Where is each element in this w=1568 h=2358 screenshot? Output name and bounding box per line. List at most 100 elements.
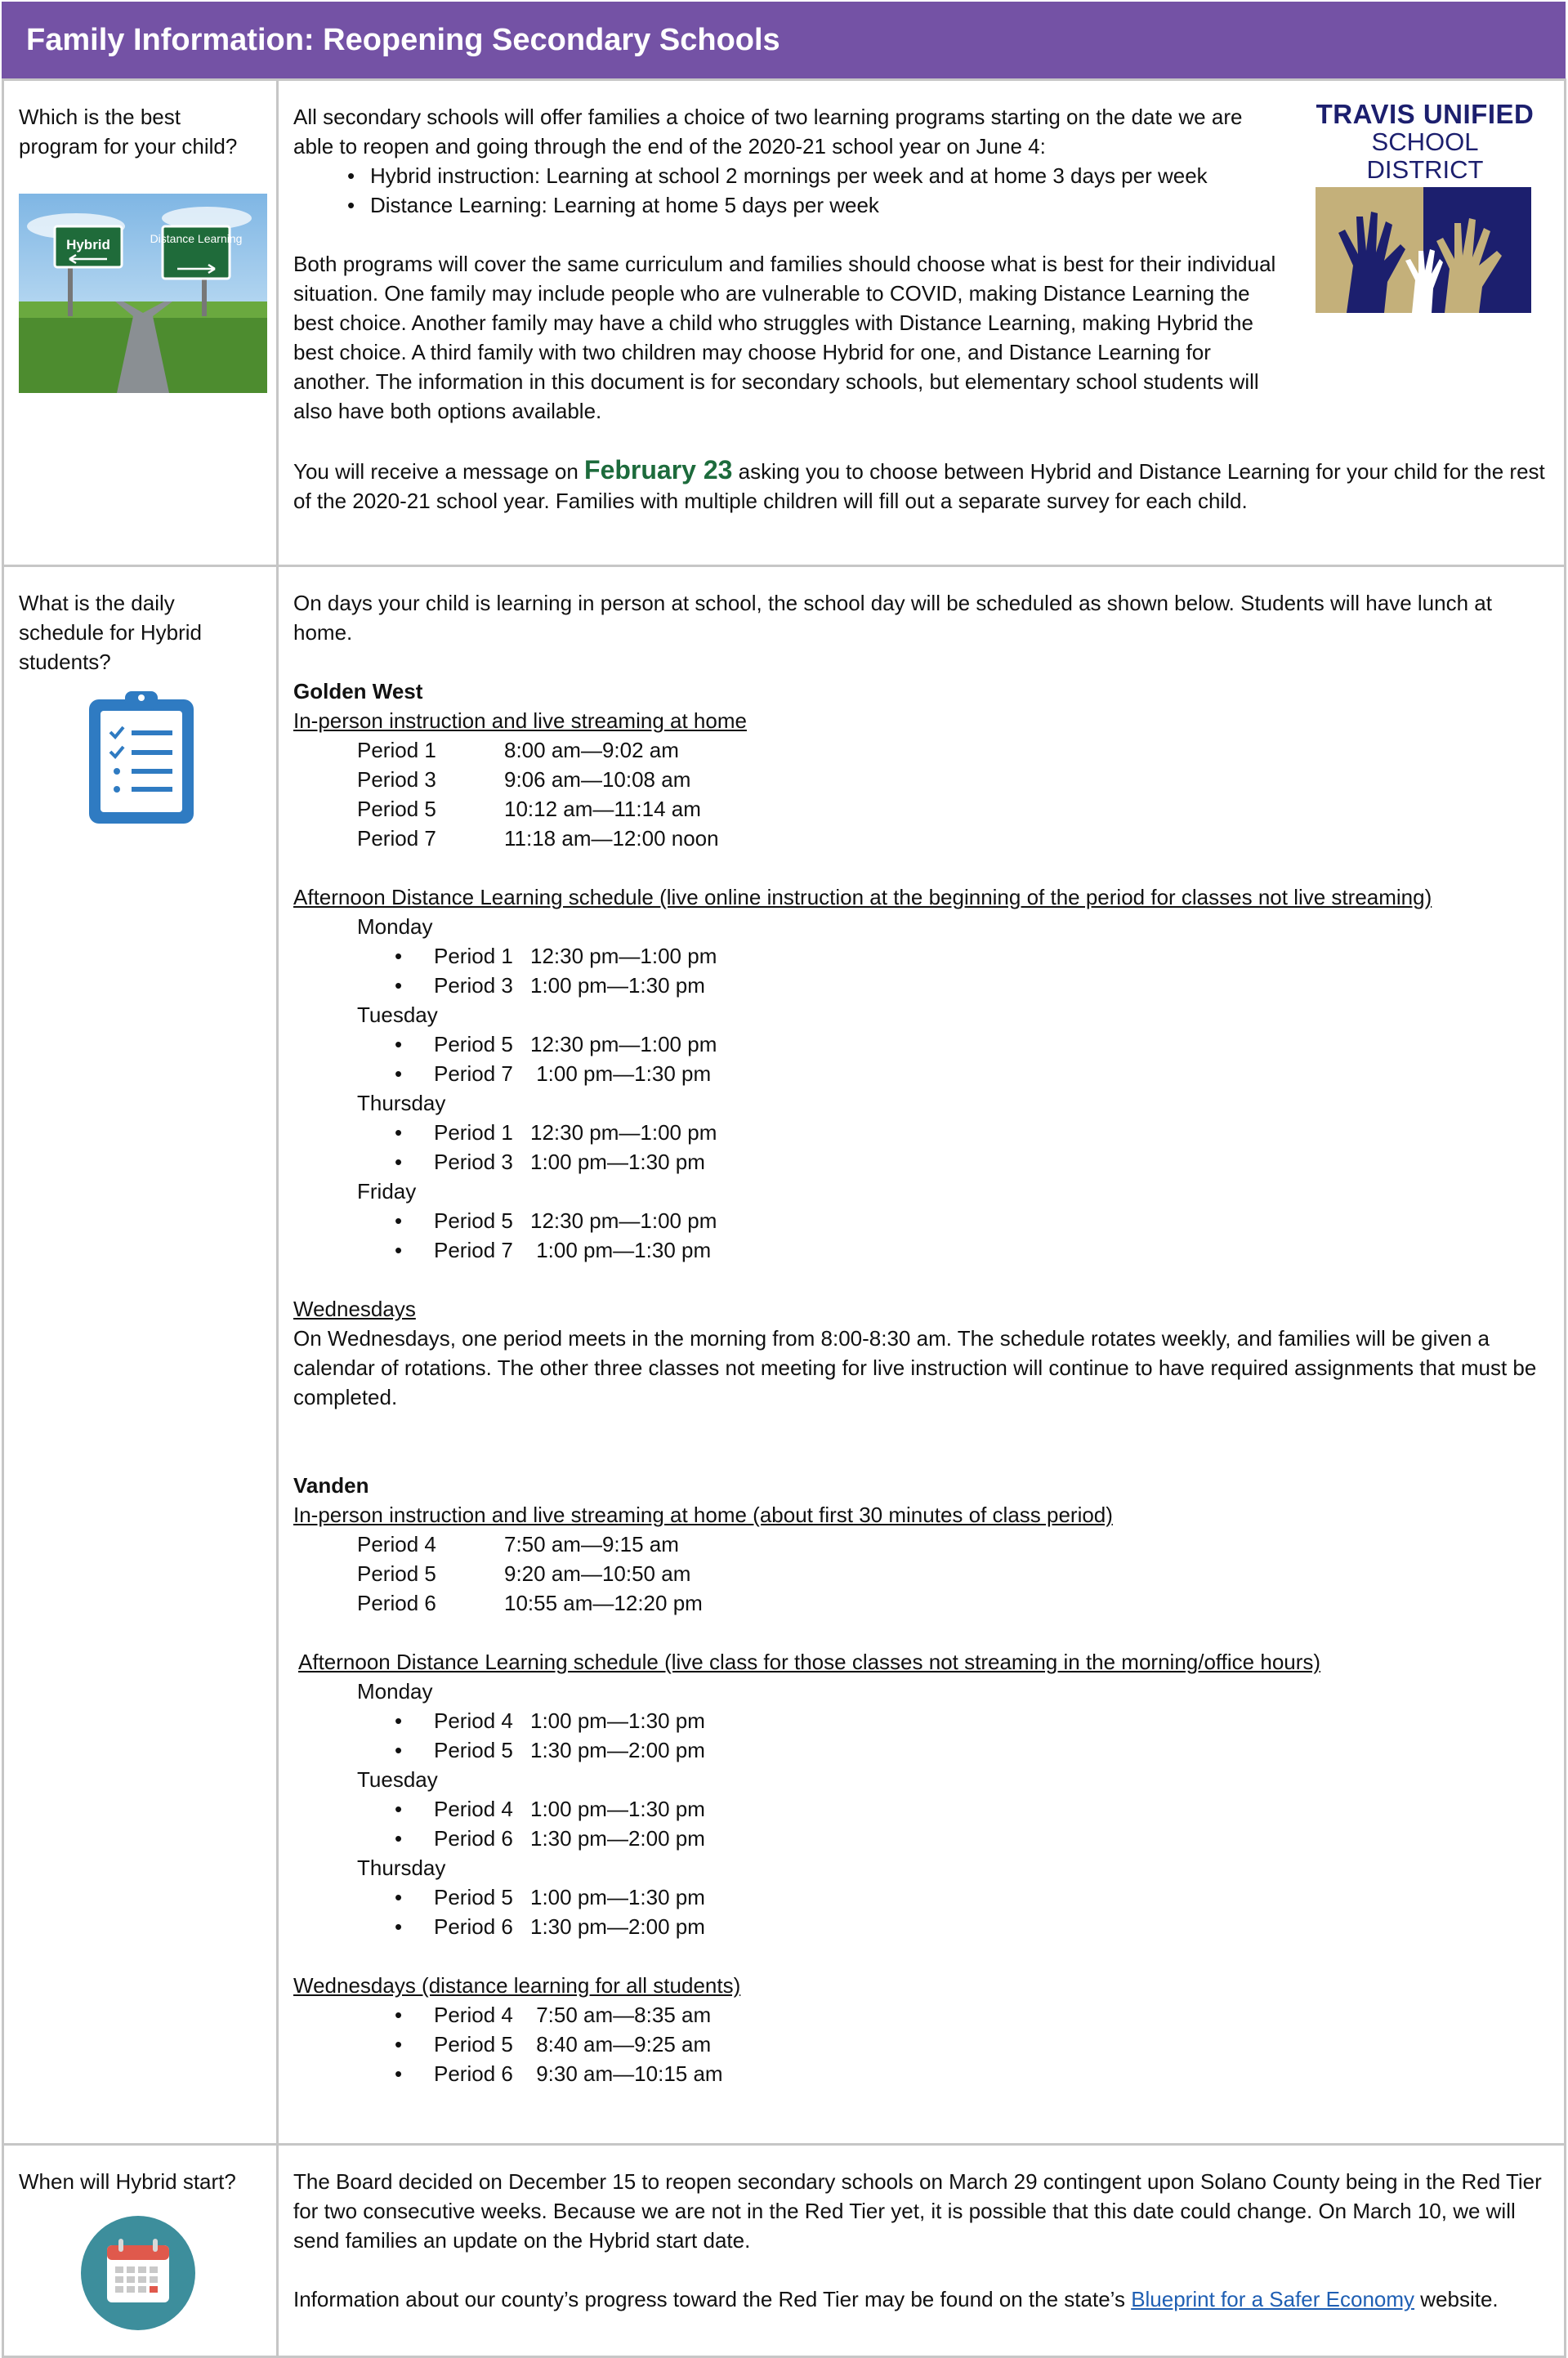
period-time: 12:30 pm—1:00 pm [530,1208,717,1233]
list-item: Period 3 1:00 pm—1:30 pm [293,1147,1548,1177]
period-time: 9:20 am—10:50 am [504,1561,691,1586]
period-row: Period 5 9:20 am—10:50 am [293,1559,1548,1588]
day-schedule-list: Period 5 12:30 pm—1:00 pm Period 7 1:00 p… [293,1206,1548,1265]
period-time: 8:00 am—9:02 am [504,738,679,762]
period-name: Period 1 [357,738,436,762]
answer-cell: On days your child is learning in person… [276,565,1566,2146]
day-label: Tuesday [357,1767,438,1792]
list-item: Period 4 1:00 pm—1:30 pm [293,1706,1548,1735]
day-label: Friday [357,1179,417,1204]
period-name: Period 1 [434,1120,513,1145]
vanden-inperson-heading: In-person instruction and live streaming… [293,1503,1113,1527]
calendar-icon [19,2214,261,2339]
period-time: 7:50 am—9:15 am [504,1532,679,1556]
period-name: Period 5 [357,797,436,821]
day-label: Monday [357,1679,433,1704]
period-name: Period 5 [434,1032,513,1056]
day-label: Tuesday [357,1003,438,1027]
logo-line2: SCHOOL DISTRICT [1366,127,1484,184]
message-paragraph: You will receive a message on February 2… [293,455,1548,516]
period-name: Period 5 [434,1208,513,1233]
list-item: Period 3 1:00 pm—1:30 pm [293,971,1548,1000]
period-name: Period 5 [434,2032,513,2057]
period-name: Period 1 [434,944,513,968]
period-time: 10:55 am—12:20 pm [504,1591,703,1615]
period-name: Period 3 [434,973,513,998]
info-post: website. [1414,2287,1499,2311]
period-time: 9:06 am—10:08 am [504,767,691,792]
period-name: Period 4 [434,2003,513,2027]
period-name: Period 5 [434,1738,513,1762]
period-time: 1:00 pm—1:30 pm [530,1708,705,1733]
sign-distance-label: Distance Learning [150,232,243,245]
day-label: Monday [357,914,433,939]
period-name: Period 4 [434,1708,513,1733]
period-time: 1:30 pm—2:00 pm [530,1914,705,1939]
period-time: 11:18 am—12:00 noon [504,826,719,851]
period-time: 1:00 pm—1:30 pm [530,973,705,998]
question-cell: Which is the best program for your child… [2,78,279,567]
list-item: Period 1 12:30 pm—1:00 pm [293,941,1548,971]
list-item: Period 6 9:30 am—10:15 am [293,2059,1548,2088]
list-item: Period 7 1:00 pm—1:30 pm [293,1235,1548,1265]
period-time: 12:30 pm—1:00 pm [530,1120,717,1145]
period-time: 1:00 pm—1:30 pm [530,1150,705,1174]
list-item: Period 5 12:30 pm—1:00 pm [293,1206,1548,1235]
period-name: Period 3 [434,1150,513,1174]
period-name: Period 5 [357,1561,436,1586]
day-schedule-list: Period 4 1:00 pm—1:30 pm Period 5 1:30 pm—… [293,1706,1548,1765]
period-time: 1:30 pm—2:00 pm [530,1738,705,1762]
period-time: 7:50 am—8:35 am [530,2003,712,2027]
hands-icon [1316,187,1531,313]
period-time: 12:30 pm—1:00 pm [530,1032,717,1056]
period-name: Period 4 [434,1797,513,1821]
sign-hybrid-label: Hybrid [66,237,110,252]
day-label: Thursday [357,1091,446,1115]
vanden-afternoon-heading: Afternoon Distance Learning schedule (li… [298,1650,1321,1674]
period-time: 1:00 pm—1:30 pm [530,1797,705,1821]
period-name: Period 6 [357,1591,436,1615]
period-row: Period 4 7:50 am—9:15 am [293,1530,1548,1559]
period-name: Period 7 [434,1061,513,1086]
list-item: Distance Learning: Learning at home 5 da… [293,190,1278,220]
period-name: Period 7 [434,1238,513,1262]
list-item: Period 4 7:50 am—8:35 am [293,2000,1548,2030]
day-schedule-list: Period 1 12:30 pm—1:00 pm Period 3 1:00 pm… [293,941,1548,1000]
question-hybrid-start: When will Hybrid start? [19,2169,236,2194]
info-table: Which is the best program for your child… [2,78,1566,2358]
message-pre: You will receive a message on [293,459,585,484]
list-item: Period 4 1:00 pm—1:30 pm [293,1794,1548,1824]
document-page: Family Information: Reopening Secondary … [0,0,1568,2358]
vanden-wednesday-heading: Wednesdays (distance learning for all st… [293,1973,741,1998]
wednesday-schedule-list: Period 4 7:50 am—8:35 am Period 5 8:40 a… [293,2000,1548,2088]
answer-cell: The Board decided on December 15 to reop… [276,2143,1566,2358]
blueprint-link[interactable]: Blueprint for a Safer Economy [1131,2287,1414,2311]
info-pre: Information about our county’s progress … [293,2287,1132,2311]
list-item: Hybrid instruction: Learning at school 2… [293,161,1278,190]
period-row: Period 3 9:06 am—10:08 am [293,765,1548,794]
list-item: Period 6 1:30 pm—2:00 pm [293,1912,1548,1941]
question-cell: What is the daily schedule for Hybrid st… [2,565,279,2146]
list-item: Period 1 12:30 pm—1:00 pm [293,1118,1548,1147]
period-name: Period 4 [357,1532,436,1556]
programs-intro: All secondary schools will offer familie… [293,105,1243,159]
district-logo: TRAVIS UNIFIED SCHOOL DISTRICT [1314,100,1536,324]
period-row: Period 5 10:12 am—11:14 am [293,794,1548,824]
day-schedule-list: Period 5 1:00 pm—1:30 pm Period 6 1:30 pm—… [293,1882,1548,1941]
question-daily-schedule: What is the daily schedule for Hybrid st… [19,591,202,674]
clipboard-checklist-icon [19,688,261,834]
logo-line1: TRAVIS UNIFIED [1316,99,1534,129]
period-time: 8:40 am—9:25 am [530,2032,712,2057]
list-item: Period 5 12:30 pm—1:00 pm [293,1029,1548,1059]
day-schedule-list: Period 5 12:30 pm—1:00 pm Period 7 1:00 p… [293,1029,1548,1088]
list-item: Period 5 1:00 pm—1:30 pm [293,1882,1548,1912]
gw-wednesday-text: On Wednesdays, one period meets in the m… [293,1326,1537,1409]
table-row-hybrid-start: When will Hybrid start? The Board decide… [2,2143,1566,2358]
gw-afternoon-heading: Afternoon Distance Learning schedule (li… [293,885,1432,909]
table-row-best-program: Which is the best program for your child… [2,78,1566,567]
period-time: 1:00 pm—1:30 pm [530,1885,705,1909]
period-time: 12:30 pm—1:00 pm [530,944,717,968]
period-row: Period 1 8:00 am—9:02 am [293,735,1548,765]
period-name: Period 6 [434,1826,513,1851]
list-item: Period 5 1:30 pm—2:00 pm [293,1735,1548,1765]
